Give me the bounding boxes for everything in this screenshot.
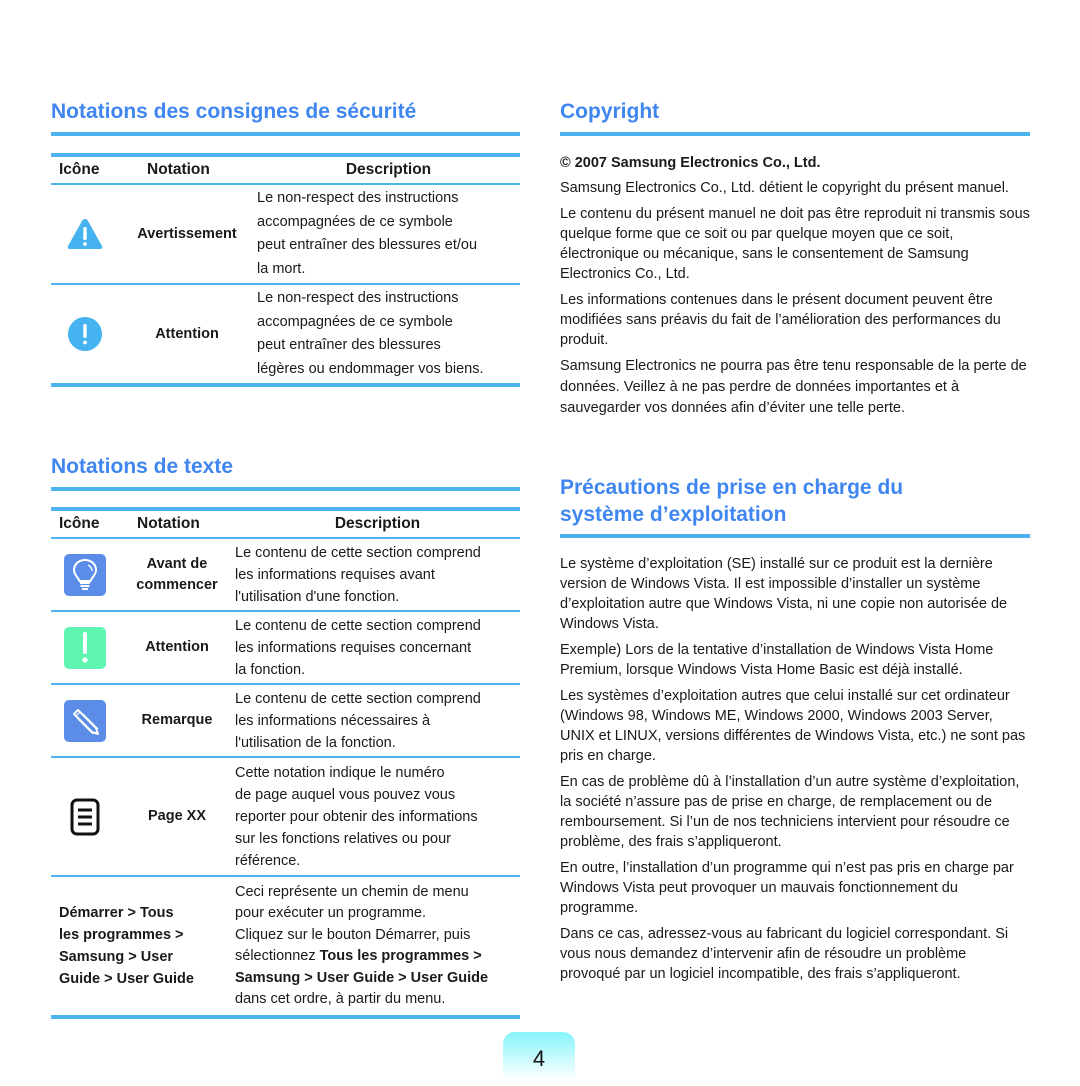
notation-label: Attention [119, 637, 235, 658]
description-line: Le non-respect des instructions [257, 190, 459, 206]
notation-label: Attention [155, 325, 219, 342]
header-icon: Icône [59, 161, 100, 178]
notation-label: Avant de commencer [119, 554, 235, 596]
pencil-icon [51, 699, 119, 742]
description-line: Cliquez sur le bouton Démarrer, puis [235, 926, 471, 943]
description: Le non-respect des instructions accompag… [255, 185, 520, 283]
right-column: Copyright © 2007 Samsung Electronics Co.… [560, 98, 1030, 425]
description: Le non-respect des instructions accompag… [255, 285, 520, 383]
description-line: Le contenu de cette section comprend [235, 690, 481, 707]
description-line: Cette notation indique le numéro [235, 764, 445, 781]
table-header: Icône Notation Description [51, 511, 520, 539]
os-precautions-title: Précautions de prise en charge du systèm… [560, 474, 1030, 528]
description-line: les informations requises concernant [235, 639, 472, 656]
description: Ceci représente un chemin de menu pour e… [235, 880, 520, 1013]
menu-path-line: les programmes > [59, 927, 184, 943]
table-row: Attention Le contenu de cette section co… [51, 612, 520, 685]
os-paragraph: Les systèmes d’exploitation autres que c… [560, 688, 1026, 764]
description-line: de page auquel vous pouvez vous [235, 786, 456, 803]
description: Cette notation indique le numéro de page… [235, 760, 520, 874]
os-paragraph: Le système d’exploitation (SE) installé … [560, 556, 1008, 632]
safety-notations-title: Notations des consignes de sécurité [51, 100, 417, 123]
description-line: la fonction. [235, 661, 306, 678]
menu-path: Démarrer > Tous les programmes > Samsung… [51, 902, 235, 990]
description-line: Le contenu de cette section comprend [235, 544, 481, 561]
header-icon: Icône [59, 515, 100, 532]
description-line: dans cet ordre, à partir du menu. [235, 991, 446, 1007]
description-line: sur les fonctions relatives ou pour [235, 830, 451, 847]
page-number: 4 [503, 1032, 575, 1080]
text-notations-table: Icône Notation Description Avant de comm… [51, 507, 520, 1019]
menu-path-line: Guide > User Guide [59, 971, 194, 987]
description-line: peut entraîner des blessures et/ou [257, 237, 478, 253]
os-paragraph: Exemple) Lors de la tentative d’installa… [560, 642, 994, 678]
description-line: les informations requises avant [235, 566, 435, 583]
description-line: accompagnées de ce symbole [257, 313, 453, 330]
os-paragraph: Dans ce cas, adressez-vous au fabricant … [560, 926, 1009, 982]
description-line: référence. [235, 852, 301, 869]
notation-label: Page XX [119, 806, 235, 827]
description-line: Le contenu de cette section comprend [235, 617, 481, 634]
menu-path-line: Démarrer > Tous [59, 905, 174, 921]
copyright-paragraph: Les informations contenues dans le prése… [560, 292, 1001, 348]
header-description: Description [334, 515, 421, 532]
description-line: l'utilisation d'une fonction. [235, 588, 400, 605]
description-line: pour exécuter un programme. [235, 905, 427, 921]
table-row: Attention Le non-respect des instruction… [51, 285, 520, 387]
left-column: Notations des consignes de sécurité Icôn… [51, 98, 520, 387]
notation-line: Remarque [141, 712, 213, 728]
os-paragraph: En outre, l’installation d’un programme … [560, 860, 1014, 916]
notation-line: Attention [145, 639, 209, 655]
table-row: Remarque Le contenu de cette section com… [51, 685, 520, 758]
caution-circle-icon [51, 316, 119, 352]
select-path-part: Samsung > User Guide > User Guide [235, 969, 489, 986]
select-path-part: Tous les programmes > [319, 948, 482, 964]
right-column-os: Précautions de prise en charge du systèm… [560, 474, 1030, 990]
os-paragraph: En cas de problème dû à l’installation d… [560, 774, 1020, 850]
description: Le contenu de cette section comprend les… [235, 540, 520, 610]
copyright-paragraph: Samsung Electronics ne pourra pas être t… [560, 358, 1027, 416]
table-header: Icône Notation Description [51, 157, 520, 185]
title-line: système d’exploitation [560, 503, 787, 526]
header-notation: Notation [147, 161, 210, 178]
copyright-paragraph: Samsung Electronics Co., Ltd. détient le… [560, 180, 1009, 196]
description: Le contenu de cette section comprend les… [235, 686, 520, 756]
description-line: les informations nécessaires à [235, 712, 431, 729]
description-line: reporter pour obtenir des informations [235, 808, 478, 825]
copyright-paragraph: Le contenu du présent manuel ne doit pas… [560, 206, 1030, 282]
description-line: peut entraîner des blessures [257, 337, 441, 353]
header-notation: Notation [137, 515, 200, 532]
description-line: Le non-respect des instructions [257, 290, 459, 306]
safety-notations-table: Icône Notation Description Avertissement… [51, 153, 520, 387]
description-line: légères ou endommager vos biens. [257, 360, 484, 377]
description-line: Samsung > User Guide > User Guide [235, 968, 520, 990]
warning-triangle-icon [51, 217, 119, 251]
table-row: Page XX Cette notation indique le numéro… [51, 758, 520, 877]
description: Le contenu de cette section comprend les… [235, 613, 520, 683]
copyright-title: Copyright [560, 100, 660, 123]
header-description: Description [345, 161, 432, 178]
table-row: Avertissement Le non-respect des instruc… [51, 185, 520, 285]
notation-line: commencer [136, 576, 218, 593]
table-row-menu-path: Démarrer > Tous les programmes > Samsung… [51, 877, 520, 1019]
title-line: Précautions de prise en charge du [560, 476, 904, 499]
notation-label: Avertissement [137, 225, 237, 242]
page-reference-icon [51, 798, 119, 836]
description-line: accompagnées de ce symbole [257, 213, 453, 230]
description-line: Ceci représente un chemin de menu [235, 883, 469, 900]
select-prefix: sélectionnez [235, 948, 320, 964]
description-line: l'utilisation de la fonction. [235, 734, 396, 751]
notation-line: Page XX [147, 808, 207, 824]
copyright-subhead: © 2007 Samsung Electronics Co., Ltd. [560, 155, 821, 171]
exclamation-icon [51, 626, 119, 669]
description-line: la mort. [257, 260, 306, 277]
notation-label: Remarque [119, 710, 235, 731]
text-notations-title: Notations de texte [51, 455, 234, 478]
description-line: sélectionnez Tous les programmes > [235, 946, 520, 968]
notation-line: Avant de [146, 555, 208, 572]
left-column-text: Notations de texte Icône Notation Descri… [51, 453, 520, 1019]
menu-path-line: Samsung > User [59, 949, 174, 965]
lightbulb-icon [51, 553, 119, 596]
table-row: Avant de commencer Le contenu de cette s… [51, 539, 520, 612]
